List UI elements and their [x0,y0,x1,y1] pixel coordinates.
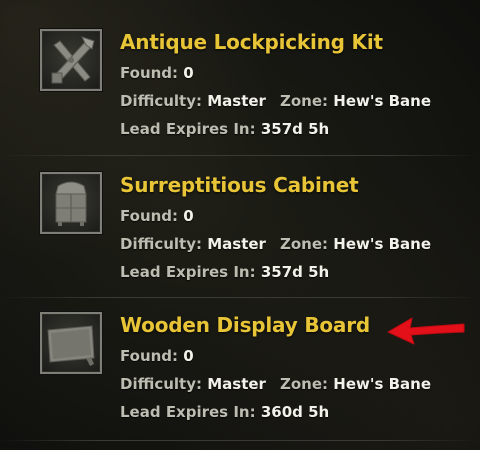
found-value: 0 [183,347,194,365]
difficulty-zone-row: Difficulty: Master Zone: Hew's Bane [120,92,431,110]
found-row: Found: 0 [120,347,194,365]
expires-label: Lead Expires In: [120,120,256,138]
difficulty-value: Master [207,235,266,253]
found-value: 0 [183,207,194,225]
lead-entry-antique-lockpicking-kit[interactable]: Antique Lockpicking Kit Found: 0 Difficu… [0,20,480,160]
lockpicking-kit-icon [40,29,102,91]
expires-row: Lead Expires In: 357d 5h [120,120,329,138]
lead-entry-surreptitious-cabinet[interactable]: Surreptitious Cabinet Found: 0 Difficult… [0,163,480,303]
difficulty-zone-row: Difficulty: Master Zone: Hew's Bane [120,375,431,393]
found-row: Found: 0 [120,64,194,82]
difficulty-label: Difficulty: [120,375,202,393]
zone-value: Hew's Bane [333,235,432,253]
found-value: 0 [183,64,194,82]
divider [0,440,480,441]
zone-label: Zone: [280,235,329,253]
found-label: Found: [120,347,179,365]
expires-value: 357d 5h [260,120,330,138]
zone-value: Hew's Bane [333,92,432,110]
zone-label: Zone: [280,375,329,393]
lead-title: Antique Lockpicking Kit [120,30,383,54]
divider [0,297,480,298]
difficulty-value: Master [207,375,266,393]
found-label: Found: [120,64,179,82]
found-label: Found: [120,207,179,225]
difficulty-label: Difficulty: [120,235,202,253]
difficulty-value: Master [207,92,266,110]
lead-title: Surreptitious Cabinet [120,173,359,197]
difficulty-zone-row: Difficulty: Master Zone: Hew's Bane [120,235,431,253]
difficulty-label: Difficulty: [120,92,202,110]
expires-row: Lead Expires In: 357d 5h [120,263,329,281]
lead-title: Wooden Display Board [120,313,370,337]
expires-label: Lead Expires In: [120,403,256,421]
expires-label: Lead Expires In: [120,263,256,281]
zone-label: Zone: [280,92,329,110]
red-arrow-icon [387,317,465,345]
found-row: Found: 0 [120,207,194,225]
zone-value: Hew's Bane [333,375,432,393]
display-board-icon [40,312,102,374]
divider [0,155,480,156]
expires-row: Lead Expires In: 360d 5h [120,403,329,421]
expires-value: 357d 5h [260,263,330,281]
cabinet-icon [40,172,102,234]
expires-value: 360d 5h [260,403,330,421]
